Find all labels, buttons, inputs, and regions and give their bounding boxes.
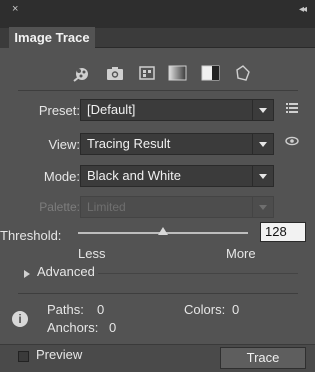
threshold-max-label: More	[226, 246, 256, 261]
threshold-value-field[interactable]: 128	[260, 222, 306, 242]
preview-label: Preview	[36, 347, 83, 362]
collapse-icon[interactable]: ◂◂	[299, 4, 307, 15]
colors-value: 0	[232, 302, 240, 317]
info-icon: i	[12, 311, 28, 327]
preset-label: Preset:	[38, 103, 80, 118]
palette-value: Limited	[87, 200, 126, 214]
chevron-down-icon[interactable]	[252, 134, 273, 154]
anchors-label: Anchors:	[47, 320, 99, 335]
high-color-icon[interactable]	[104, 62, 126, 84]
anchors-value: 0	[109, 320, 117, 335]
auto-color-icon[interactable]	[70, 62, 92, 84]
low-color-icon[interactable]	[136, 62, 158, 84]
grayscale-icon[interactable]	[166, 62, 188, 84]
outline-icon[interactable]	[232, 62, 254, 84]
preset-dropdown[interactable]: [Default]	[80, 99, 274, 121]
paths-label: Paths:	[47, 302, 84, 317]
image-trace-panel: × ◂◂ Image Trace Preset: [Default] View:…	[0, 0, 315, 372]
tab-image-trace[interactable]: Image Trace	[9, 27, 95, 48]
palette-dropdown: Limited	[80, 196, 274, 218]
close-icon[interactable]: ×	[12, 4, 18, 15]
mode-label: Mode:	[43, 169, 80, 184]
paths-value: 0	[97, 302, 105, 317]
view-value: Tracing Result	[87, 136, 171, 151]
colors-label: Colors:	[184, 302, 226, 317]
divider	[18, 293, 298, 294]
divider	[18, 90, 298, 91]
preview-checkbox[interactable]	[18, 351, 29, 362]
panel-titlebar: × ◂◂	[0, 0, 315, 28]
trace-button[interactable]: Trace	[220, 347, 306, 369]
view-label: View:	[48, 137, 80, 152]
eye-icon[interactable]	[285, 136, 299, 146]
tab-strip-divider	[95, 47, 315, 48]
mode-dropdown[interactable]: Black and White	[80, 165, 274, 187]
preset-list-icon[interactable]	[286, 102, 298, 114]
threshold-slider-thumb[interactable]	[158, 227, 168, 235]
threshold-min-label: Less	[78, 246, 106, 261]
black-and-white-icon[interactable]	[199, 62, 221, 84]
advanced-toggle[interactable]: Advanced	[37, 264, 95, 279]
palette-label: Palette:	[39, 200, 80, 214]
threshold-label: Threshold:	[0, 228, 62, 243]
view-dropdown[interactable]: Tracing Result	[80, 133, 274, 155]
advanced-divider	[98, 273, 298, 274]
mode-value: Black and White	[87, 168, 181, 183]
chevron-down-icon[interactable]	[252, 100, 273, 120]
chevron-down-icon[interactable]	[252, 166, 273, 186]
chevron-down-icon	[252, 197, 273, 217]
preset-value: [Default]	[87, 102, 136, 117]
chevron-right-icon[interactable]	[24, 270, 30, 278]
preset-icons-row	[0, 58, 315, 86]
